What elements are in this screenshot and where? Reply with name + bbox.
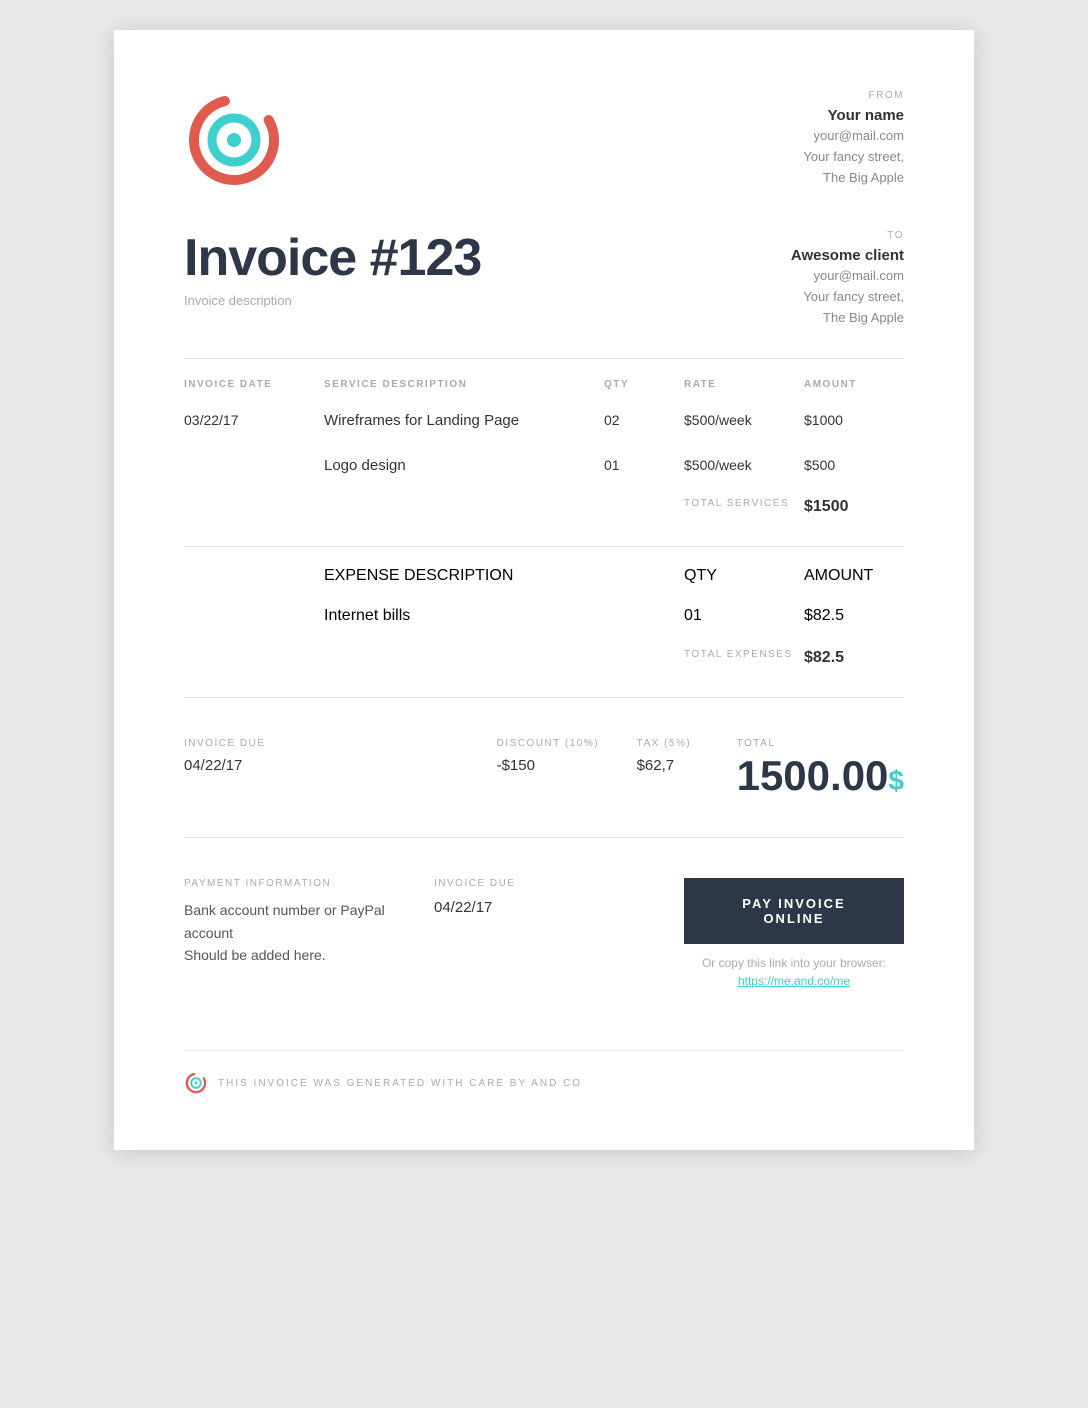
to-email: your@mail.com	[791, 266, 904, 287]
invoice-left: Invoice #123 Invoice description	[184, 230, 481, 308]
service-rate-2: $500/week	[684, 457, 804, 474]
total-currency: $	[888, 765, 904, 796]
totals-discount: DISCOUNT (10%) -$150	[497, 738, 637, 774]
invoice-header: Invoice #123 Invoice description TO Awes…	[184, 230, 904, 328]
from-email: your@mail.com	[803, 126, 904, 147]
logo	[184, 90, 284, 190]
pay-link-prefix: Or copy this link into your browser:	[702, 956, 886, 970]
to-label: TO	[791, 230, 904, 241]
payment-info-text-1: Bank account number or PayPal account	[184, 899, 414, 944]
header: FROM Your name your@mail.com Your fancy …	[184, 90, 904, 190]
to-block: TO Awesome client your@mail.com Your fan…	[791, 230, 904, 328]
service-row-2: Logo design 01 $500/week $500	[184, 443, 904, 488]
inv-due-label: INVOICE DUE	[434, 878, 664, 889]
service-qty-2: 01	[604, 457, 684, 474]
expense-desc-1: Internet bills	[324, 607, 684, 625]
expense-qty-1: 01	[684, 607, 804, 625]
payment-section: PAYMENT INFORMATION Bank account number …	[184, 858, 904, 1010]
expenses-header: EXPENSE DESCRIPTION QTY AMOUNT	[184, 567, 904, 593]
desc-col-label: SERVICE DESCRIPTION	[324, 379, 604, 390]
total-label: TOTAL	[737, 738, 904, 749]
expenses-total-row: TOTAL EXPENSES $82.5	[184, 639, 904, 677]
tax-label: TAX (5%)	[637, 738, 737, 749]
inv-due-block: INVOICE DUE 04/22/17	[434, 878, 664, 916]
date-col-label: INVOICE DATE	[184, 379, 324, 390]
footer-text: THIS INVOICE WAS GENERATED WITH CARE BY …	[218, 1078, 582, 1089]
services-total-value: $1500	[804, 498, 904, 516]
expenses-total-value: $82.5	[804, 649, 904, 667]
service-amount-1: $1000	[804, 412, 904, 429]
inv-due-date: 04/22/17	[434, 899, 664, 916]
from-city: The Big Apple	[803, 168, 904, 189]
expenses-section: EXPENSE DESCRIPTION QTY AMOUNT Internet …	[184, 567, 904, 677]
expenses-total-label: TOTAL EXPENSES	[684, 649, 804, 667]
to-city: The Big Apple	[791, 308, 904, 329]
total-value: 1500.00$	[737, 755, 904, 797]
payment-info-label: PAYMENT INFORMATION	[184, 878, 414, 889]
divider-1	[184, 358, 904, 359]
invoice-page: FROM Your name your@mail.com Your fancy …	[114, 30, 974, 1150]
services-total-row: TOTAL SERVICES $1500	[184, 488, 904, 526]
service-desc-2: Logo design	[324, 457, 604, 474]
exp-qty-col-label: QTY	[684, 567, 804, 585]
discount-label: DISCOUNT (10%)	[497, 738, 637, 749]
invoice-date: 03/22/17	[184, 412, 324, 429]
pay-btn-block: PAY INVOICE ONLINE Or copy this link int…	[684, 878, 904, 990]
footer-logo-icon	[184, 1071, 208, 1095]
exp-amount-col-label: AMOUNT	[804, 567, 904, 585]
qty-col-label: QTY	[604, 379, 684, 390]
service-amount-2: $500	[804, 457, 904, 474]
tax-value: $62,7	[637, 757, 737, 774]
amount-col-label: AMOUNT	[804, 379, 904, 390]
divider-4	[184, 837, 904, 838]
footer: THIS INVOICE WAS GENERATED WITH CARE BY …	[184, 1050, 904, 1095]
services-header: INVOICE DATE SERVICE DESCRIPTION QTY RAT…	[184, 379, 904, 398]
service-desc-1: Wireframes for Landing Page	[324, 412, 604, 429]
totals-right: DISCOUNT (10%) -$150 TAX (5%) $62,7 TOTA…	[497, 738, 904, 797]
totals-tax: TAX (5%) $62,7	[637, 738, 737, 774]
exp-empty-col	[184, 567, 324, 585]
from-block: FROM Your name your@mail.com Your fancy …	[803, 90, 904, 188]
service-date-2	[184, 457, 324, 474]
services-section: INVOICE DATE SERVICE DESCRIPTION QTY RAT…	[184, 379, 904, 526]
divider-2	[184, 546, 904, 547]
payment-info-block: PAYMENT INFORMATION Bank account number …	[184, 878, 414, 966]
to-street: Your fancy street,	[791, 287, 904, 308]
totals-total: TOTAL 1500.00$	[737, 738, 904, 797]
invoice-title: Invoice #123	[184, 230, 481, 287]
service-row-1: 03/22/17 Wireframes for Landing Page 02 …	[184, 398, 904, 443]
rate-col-label: RATE	[684, 379, 804, 390]
total-whole: 1500.00	[737, 752, 889, 799]
service-rate-1: $500/week	[684, 412, 804, 429]
services-total-label: TOTAL SERVICES	[684, 498, 804, 516]
from-label: FROM	[803, 90, 904, 101]
pay-invoice-button[interactable]: PAY INVOICE ONLINE	[684, 878, 904, 944]
pay-link-text: Or copy this link into your browser: htt…	[684, 954, 904, 990]
service-qty-1: 02	[604, 412, 684, 429]
expense-amount-1: $82.5	[804, 607, 904, 625]
pay-link-url[interactable]: https://me.and.co/me	[738, 974, 850, 988]
invoice-description: Invoice description	[184, 293, 481, 308]
invoice-due-date: 04/22/17	[184, 757, 384, 774]
totals-left: INVOICE DUE 04/22/17	[184, 738, 384, 774]
discount-value: -$150	[497, 757, 637, 774]
exp-desc-col-label: EXPENSE DESCRIPTION	[324, 567, 684, 585]
expense-row-1: Internet bills 01 $82.5	[184, 593, 904, 639]
exp-empty	[184, 607, 324, 625]
totals-row: INVOICE DUE 04/22/17 DISCOUNT (10%) -$15…	[184, 718, 904, 817]
invoice-due-label: INVOICE DUE	[184, 738, 384, 749]
divider-3	[184, 697, 904, 698]
from-name: Your name	[803, 105, 904, 126]
from-street: Your fancy street,	[803, 147, 904, 168]
payment-info-text-2: Should be added here.	[184, 944, 414, 966]
to-name: Awesome client	[791, 245, 904, 266]
